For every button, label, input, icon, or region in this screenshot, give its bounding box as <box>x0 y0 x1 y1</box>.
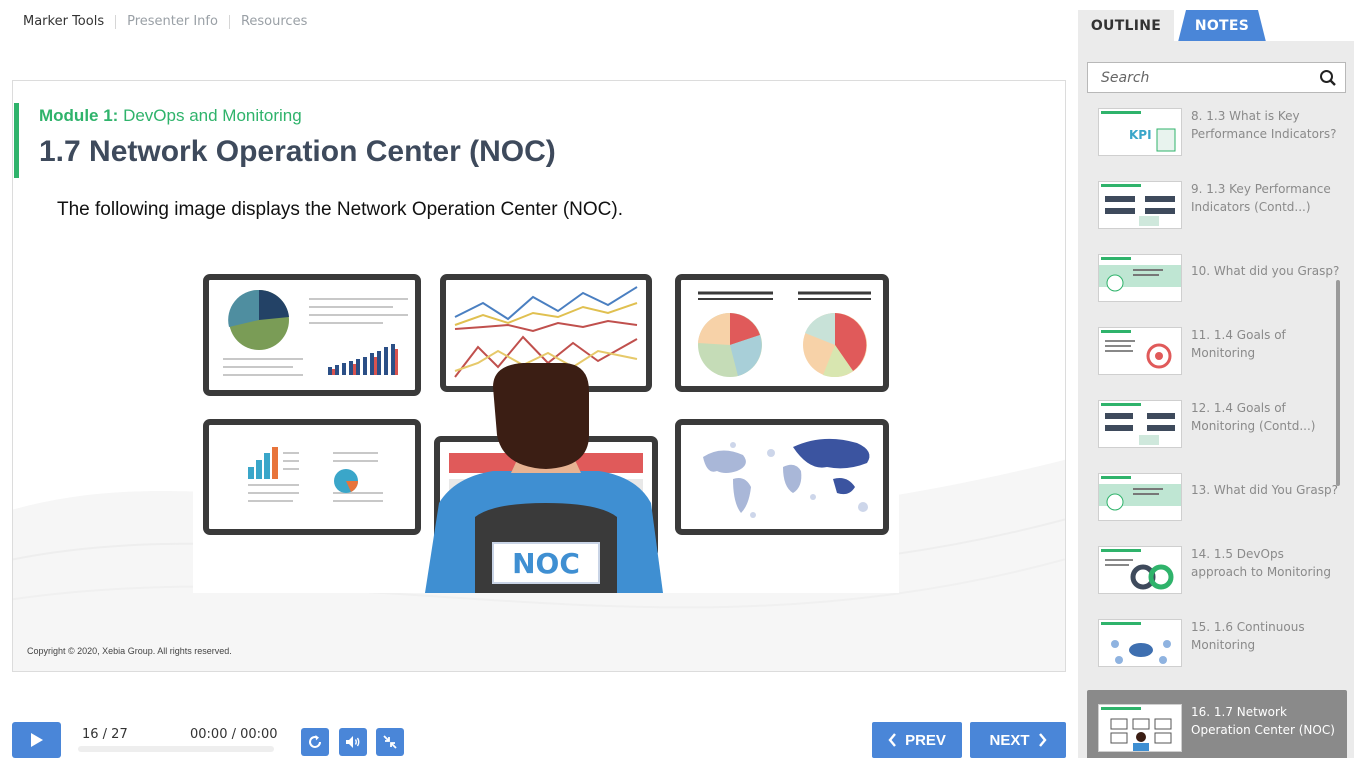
prev-button[interactable]: PREV <box>872 722 962 758</box>
slide-counter: 16 / 27 <box>82 727 128 742</box>
outline-item-label: 15. 1.6 Continuous Monitoring <box>1191 620 1305 652</box>
top-menu: Marker Tools Presenter Info Resources <box>12 12 318 32</box>
title-accent-bar <box>14 103 19 178</box>
outline-item-label: 9. 1.3 Key Performance Indicators (Contd… <box>1191 182 1331 214</box>
outline-scrollbar[interactable] <box>1336 280 1340 486</box>
outline-item[interactable]: 16. 1.7 Network Operation Center (NOC) <box>1087 690 1347 758</box>
slide-thumbnail <box>1098 181 1182 229</box>
seek-bar[interactable] <box>78 746 274 752</box>
sidebar: OUTLINE NOTES KPI 8. 1.3 What is Key Perf… <box>1078 10 1354 758</box>
outline-item[interactable]: 15. 1.6 Continuous Monitoring <box>1087 614 1347 682</box>
outline-item[interactable]: 10. What did you Grasp? <box>1087 249 1347 317</box>
slide-thumbnail <box>1098 400 1182 448</box>
volume-icon <box>346 736 360 748</box>
outline-item-label: 13. What did You Grasp? <box>1191 483 1338 497</box>
play-icon <box>30 733 43 747</box>
play-button[interactable] <box>12 722 61 758</box>
outline-item[interactable]: 9. 1.3 Key Performance Indicators (Contd… <box>1087 176 1347 244</box>
outline-item[interactable]: KPI 8. 1.3 What is Key Performance Indica… <box>1087 103 1347 171</box>
outline-item-label: 8. 1.3 What is Key Performance Indicator… <box>1191 109 1337 141</box>
presenter-info-link[interactable]: Presenter Info <box>115 15 229 29</box>
outline-item-label: 16. 1.7 Network Operation Center (NOC) <box>1191 705 1335 737</box>
volume-button[interactable] <box>339 728 367 756</box>
slide-thumbnail <box>1098 619 1182 667</box>
outline-item[interactable]: 12. 1.4 Goals of Monitoring (Contd...) <box>1087 395 1347 463</box>
replay-button[interactable] <box>301 728 329 756</box>
chevron-right-icon <box>1038 733 1047 747</box>
slide-canvas: Module 1: DevOps and Monitoring 1.7 Netw… <box>12 80 1066 672</box>
collapse-icon <box>383 735 397 749</box>
module-prefix: Module 1: <box>39 106 119 125</box>
module-heading: Module 1: DevOps and Monitoring <box>39 106 302 126</box>
prev-label: PREV <box>905 731 946 749</box>
exit-fullscreen-button[interactable] <box>376 728 404 756</box>
search-icon[interactable] <box>1319 69 1337 87</box>
slide-title: 1.7 Network Operation Center (NOC) <box>39 135 556 168</box>
sidebar-tabs: OUTLINE NOTES <box>1078 10 1354 42</box>
slide-thumbnail <box>1098 704 1182 752</box>
outline-item[interactable]: 11. 1.4 Goals of Monitoring <box>1087 322 1347 390</box>
svg-text:KPI: KPI <box>1129 128 1152 142</box>
outline-item[interactable]: 14. 1.5 DevOps approach to Monitoring <box>1087 541 1347 609</box>
slide-body-text: The following image displays the Network… <box>57 199 624 220</box>
outline-item[interactable]: 13. What did You Grasp? <box>1087 468 1347 536</box>
tab-notes[interactable]: NOTES <box>1178 10 1266 42</box>
slide-thumbnail <box>1098 473 1182 521</box>
outline-panel: KPI 8. 1.3 What is Key Performance Indica… <box>1078 41 1354 758</box>
slide-thumbnail: KPI <box>1098 108 1182 156</box>
outline-item-label: 12. 1.4 Goals of Monitoring (Contd...) <box>1191 401 1316 433</box>
tab-outline[interactable]: OUTLINE <box>1078 10 1174 42</box>
outline-item-label: 11. 1.4 Goals of Monitoring <box>1191 328 1286 360</box>
chevron-left-icon <box>888 733 896 747</box>
outline-item-label: 10. What did you Grasp? <box>1191 264 1340 278</box>
module-name: DevOps and Monitoring <box>123 106 302 125</box>
marker-tools-link[interactable]: Marker Tools <box>12 15 115 29</box>
next-button[interactable]: NEXT <box>970 722 1066 758</box>
noc-illustration: NOC <box>193 267 899 593</box>
outline-list: KPI 8. 1.3 What is Key Performance Indica… <box>1087 103 1347 758</box>
search-input[interactable] <box>1088 63 1313 92</box>
slide-thumbnail <box>1098 327 1182 375</box>
copyright-text: Copyright © 2020, Xebia Group. All right… <box>27 646 232 656</box>
slide-thumbnail <box>1098 254 1182 302</box>
slide-thumbnail <box>1098 546 1182 594</box>
resources-link[interactable]: Resources <box>228 15 318 29</box>
replay-icon <box>309 735 321 748</box>
time-display: 00:00 / 00:00 <box>190 727 278 742</box>
outline-item-label: 14. 1.5 DevOps approach to Monitoring <box>1191 547 1332 579</box>
noc-badge-text: NOC <box>512 547 580 580</box>
search-box <box>1087 62 1346 93</box>
next-label: NEXT <box>989 731 1030 749</box>
